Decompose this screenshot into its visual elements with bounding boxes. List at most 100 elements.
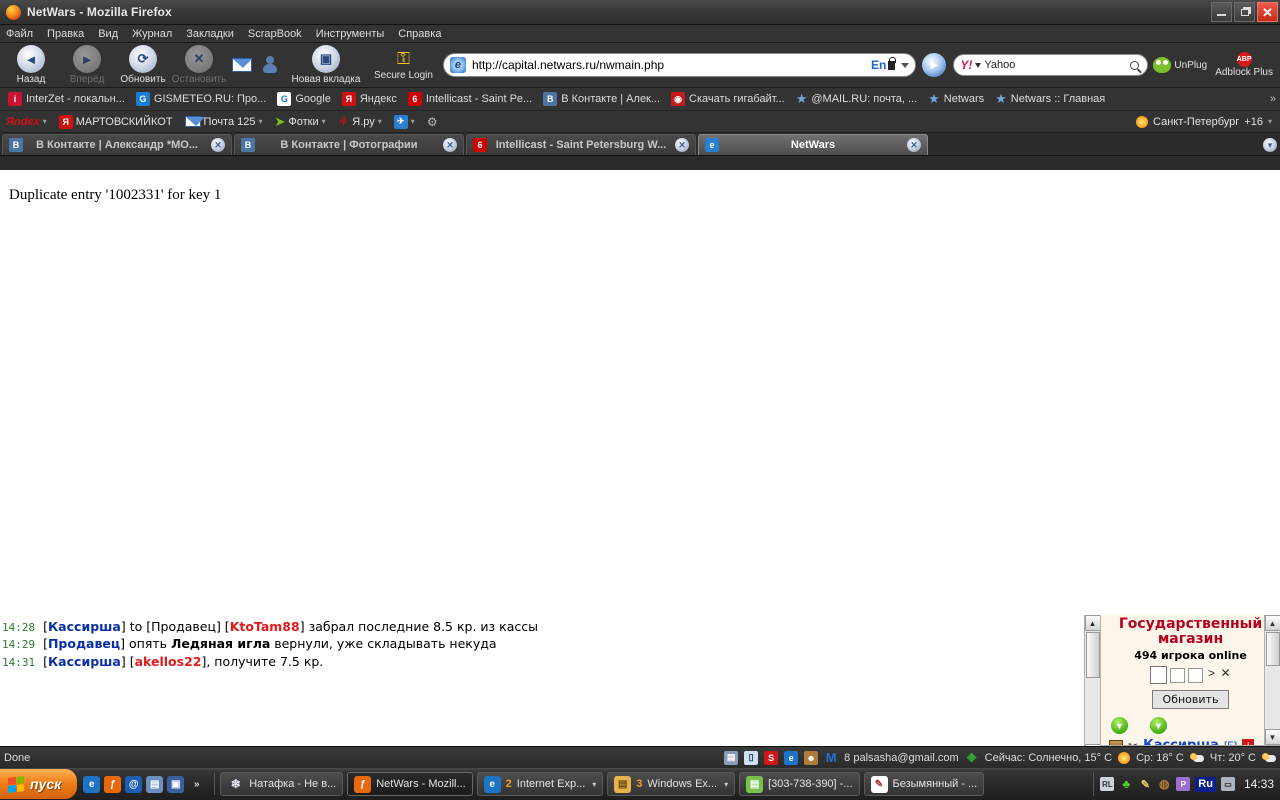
chevron-down-icon[interactable]: ▾: [258, 117, 262, 126]
yandex-settings-button[interactable]: ⚙: [423, 115, 442, 129]
go-button[interactable]: ▶: [922, 53, 947, 77]
menu-item-edit[interactable]: Правка: [47, 28, 84, 40]
menu-item-file[interactable]: Файл: [6, 28, 33, 40]
shell-icon[interactable]: ◍: [1157, 777, 1171, 791]
menu-item-help[interactable]: Справка: [398, 28, 441, 40]
chat-nick[interactable]: Продавец: [48, 636, 120, 651]
ie-icon[interactable]: e: [784, 750, 799, 765]
firefox-icon[interactable]: ƒ: [104, 775, 122, 793]
search-bar[interactable]: Y! Yahoo: [953, 54, 1149, 76]
close-icon[interactable]: ✕: [907, 138, 921, 152]
taskbar-item-windows-explorer[interactable]: ▤ 3 Windows Ex... ▾: [607, 772, 736, 796]
yandex-bird-button[interactable]: ✈ ▾: [390, 114, 419, 129]
yandex-weather-widget[interactable]: Санкт-Петербург +16 ▾: [1136, 115, 1280, 128]
chat-scrollbar[interactable]: ▲ ▼: [1084, 615, 1101, 760]
tab-vkontakte-aleksandr[interactable]: B В Контакте | Александр *МО... ✕: [2, 134, 232, 155]
chevron-down-icon[interactable]: [975, 62, 982, 68]
menu-item-scrapbook[interactable]: ScrapBook: [248, 28, 302, 40]
bookmarks-overflow-icon[interactable]: »: [1270, 93, 1280, 105]
forward-button[interactable]: ► Вперёд: [60, 44, 114, 87]
tab-list-button[interactable]: ▾: [1260, 134, 1280, 155]
language-indicator[interactable]: Ru: [1195, 776, 1216, 792]
stop-button[interactable]: ✕ Остановить: [172, 44, 226, 87]
bookmark-netwars-main[interactable]: ★ Netwars :: Главная: [991, 91, 1109, 107]
chevron-down-icon[interactable]: ▾: [43, 117, 47, 126]
status-email[interactable]: 8 palsasha@gmail.com: [844, 752, 959, 764]
chat-nick[interactable]: Кассирша: [48, 654, 121, 669]
menu-item-history[interactable]: Журнал: [132, 28, 172, 40]
yandex-mail-button[interactable]: Почта 125 ▾: [181, 116, 267, 128]
bookmark-vkontakte[interactable]: BВ Контакте | Алек...: [539, 92, 664, 106]
chevron-down-icon[interactable]: ▾: [378, 117, 382, 126]
menu-item-view[interactable]: Вид: [98, 28, 118, 40]
yandex-logo-button[interactable]: Яndex ▾: [2, 116, 51, 128]
adblock-plus-button[interactable]: ABP Adblock Plus: [1212, 52, 1276, 78]
bookmark-netwars[interactable]: ★ Netwars: [924, 91, 988, 107]
yandex-yaru-button[interactable]: ⚘ Я.ру ▾: [334, 114, 386, 130]
scroll-up-icon[interactable]: ▲: [1084, 615, 1101, 631]
yandex-user-button[interactable]: Я МАРТОВСКИЙКОТ: [55, 114, 177, 129]
bookmark-gismeteo[interactable]: G GISMETEO.RU: Про...: [132, 92, 270, 106]
start-button[interactable]: пуск: [0, 769, 78, 799]
clover-icon[interactable]: ♣: [1119, 777, 1133, 791]
mail-button[interactable]: [228, 44, 256, 87]
yandex-fotki-button[interactable]: ➤ Фотки ▾: [270, 114, 329, 130]
mail-m-icon[interactable]: M: [824, 750, 838, 765]
bookmark-intellicast[interactable]: 6 Intellicast - Saint Pe...: [404, 92, 536, 106]
chevron-down-icon[interactable]: ▾: [411, 117, 415, 126]
close-icon[interactable]: ✕: [675, 138, 689, 152]
taskbar-item-notepad-doc[interactable]: ▤ [303-738-390] -...: [739, 772, 860, 796]
chat-nick-highlight[interactable]: KtoTam88: [230, 619, 300, 634]
punto-icon[interactable]: P: [1176, 777, 1191, 791]
tray-clock[interactable]: 14:33: [1240, 777, 1274, 791]
chat-nick-highlight[interactable]: akellos22: [135, 654, 202, 669]
outlook-icon[interactable]: @: [125, 775, 143, 793]
chat-nick[interactable]: Кассирша: [48, 619, 121, 634]
printer-icon[interactable]: ▤: [724, 750, 739, 765]
scrollbar-thumb[interactable]: [1085, 632, 1100, 678]
skype-icon[interactable]: S: [764, 750, 779, 765]
tab-netwars[interactable]: e NetWars ✕: [698, 134, 928, 155]
shop-next-icon[interactable]: >: [1206, 666, 1217, 684]
scrollbar-thumb[interactable]: [1265, 632, 1280, 666]
chevron-down-icon[interactable]: ▾: [724, 780, 728, 789]
back-button[interactable]: ◄ Назад: [4, 44, 58, 87]
down-arrow-green-icon[interactable]: ▼: [1111, 717, 1128, 734]
tab-vkontakte-photos[interactable]: B В Контакте | Фотографии ✕: [234, 134, 464, 155]
bookmark-mailru[interactable]: ★ @MAIL.RU: почта, ...: [792, 91, 921, 107]
chevron-down-icon[interactable]: [901, 62, 910, 68]
chevron-down-icon[interactable]: ▾: [322, 117, 326, 126]
save-icon[interactable]: ▣: [167, 775, 185, 793]
shop-slot[interactable]: [1188, 667, 1203, 683]
new-tab-button[interactable]: ▣ Новая вкладка: [284, 44, 368, 87]
scroll-down-icon[interactable]: ▼: [1264, 729, 1280, 745]
ie-icon[interactable]: e: [83, 775, 101, 793]
shop-refresh-button[interactable]: Обновить: [1151, 690, 1230, 709]
taskbar-item-netwars[interactable]: ƒ NetWars - Mozill...: [347, 772, 473, 796]
pencil-icon[interactable]: ✎: [1138, 777, 1152, 791]
restore-button[interactable]: [1234, 2, 1255, 22]
bookmark-google[interactable]: G Google: [273, 92, 334, 106]
network-icon[interactable]: ▭: [1220, 777, 1235, 791]
shop-slot[interactable]: [1150, 666, 1167, 684]
chevron-down-icon[interactable]: ▾: [1263, 137, 1277, 152]
menu-item-bookmarks[interactable]: Закладки: [186, 28, 234, 40]
taskbar-item-natafka[interactable]: ❄ Натафка - Не в...: [220, 772, 344, 796]
page-icon[interactable]: ▯: [744, 750, 759, 765]
computer-icon[interactable]: ▤: [146, 775, 164, 793]
bookmark-interzet[interactable]: i InterZet - локальн...: [4, 92, 129, 106]
bookmark-yandex[interactable]: Я Яндекс: [338, 92, 401, 106]
menu-item-tools[interactable]: Инструменты: [316, 28, 385, 40]
search-magnifier-icon[interactable]: [1130, 60, 1140, 70]
person-button[interactable]: [258, 44, 282, 87]
url-bar[interactable]: e http://capital.netwars.ru/nwmain.php E…: [442, 53, 917, 77]
bookmark-download[interactable]: ◉ Скачать гигабайт...: [667, 92, 789, 106]
minimize-button[interactable]: [1211, 2, 1232, 22]
url-input[interactable]: http://capital.netwars.ru/nwmain.php: [472, 58, 871, 72]
down-arrow-green-icon[interactable]: ▼: [1150, 717, 1167, 734]
chevron-down-icon[interactable]: ▾: [1268, 117, 1272, 126]
shop-close-icon[interactable]: ✕: [1220, 666, 1231, 684]
monkey-icon[interactable]: ☻: [804, 750, 819, 765]
taskbar-item-internet-explorer[interactable]: e 2 Internet Exp... ▾: [476, 772, 604, 796]
taskbar-item-paint[interactable]: ✎ Безымянный - ...: [863, 772, 985, 796]
